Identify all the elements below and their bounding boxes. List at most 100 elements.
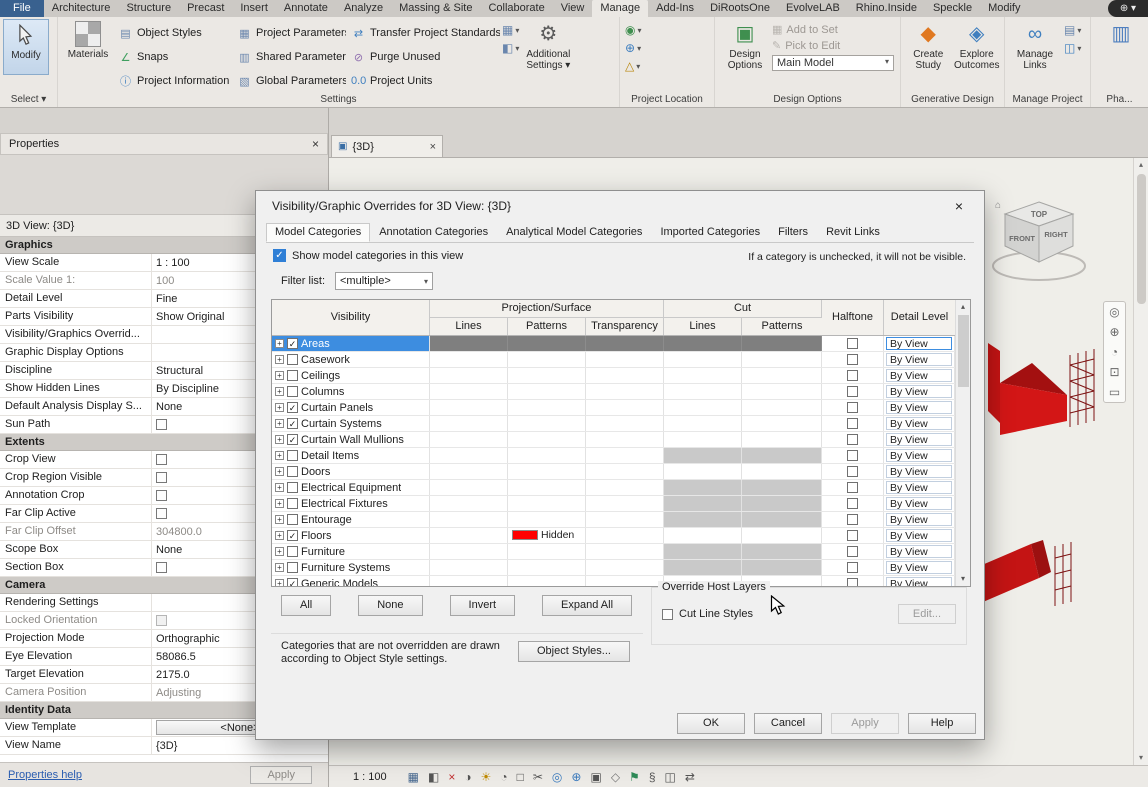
cut-lines-cell[interactable] xyxy=(664,400,742,415)
category-row-furniture[interactable]: +FurnitureBy View xyxy=(272,544,955,560)
materials-button[interactable]: Materials xyxy=(61,19,115,60)
cut-lines-cell[interactable] xyxy=(664,560,742,575)
status-icon-3[interactable]: × xyxy=(448,770,455,784)
projection-lines-cell[interactable] xyxy=(430,496,508,511)
view-tab-close-icon[interactable]: × xyxy=(430,141,436,153)
crop-view-checkbox[interactable] xyxy=(156,454,167,465)
expand-icon[interactable]: + xyxy=(275,435,284,444)
cut-line-styles-edit-button[interactable]: Edit... xyxy=(898,604,956,624)
cut-patterns-cell[interactable] xyxy=(742,560,822,575)
scroll-up-arrow[interactable]: ▴ xyxy=(961,300,965,314)
visibility-checkbox[interactable] xyxy=(287,450,298,461)
halftone-checkbox[interactable] xyxy=(847,338,858,349)
view-scale-control[interactable]: 1 : 100 xyxy=(353,771,387,783)
visibility-checkbox[interactable] xyxy=(287,546,298,557)
purge-unused-button[interactable]: ⊘Purge Unused xyxy=(348,45,500,69)
view-tab-3d[interactable]: ▣ {3D} × xyxy=(331,135,443,157)
projection-patterns-cell[interactable] xyxy=(508,368,586,383)
manage-project-button-2[interactable]: ◫▾ xyxy=(1064,41,1081,55)
locked-orientation-checkbox[interactable] xyxy=(156,615,167,626)
dialog-tab-filters[interactable]: Filters xyxy=(769,223,817,242)
far-clip-active-checkbox[interactable] xyxy=(156,508,167,519)
ribbon-tab-structure[interactable]: Structure xyxy=(118,0,179,17)
detail-level-select[interactable]: By View xyxy=(886,417,952,430)
projection-patterns-cell[interactable] xyxy=(508,544,586,559)
visibility-checkbox[interactable]: ✓ xyxy=(287,418,298,429)
cut-patterns-cell[interactable] xyxy=(742,416,822,431)
visibility-checkbox[interactable] xyxy=(287,514,298,525)
visibility-checkbox[interactable] xyxy=(287,498,298,509)
section-box-checkbox[interactable] xyxy=(156,562,167,573)
detail-level-select[interactable]: By View xyxy=(886,337,952,350)
cut-lines-cell[interactable] xyxy=(664,480,742,495)
projection-patterns-cell[interactable] xyxy=(508,432,586,447)
category-row-curtain-systems[interactable]: +✓Curtain SystemsBy View xyxy=(272,416,955,432)
manage-project-button-1[interactable]: ▤▾ xyxy=(1064,23,1081,37)
cut-patterns-cell[interactable] xyxy=(742,352,822,367)
status-icon-11[interactable]: ▣ xyxy=(590,770,601,784)
projection-lines-cell[interactable] xyxy=(430,480,508,495)
panel-label-manage-project[interactable]: Manage Project xyxy=(1005,94,1090,106)
panel-label-design-options[interactable]: Design Options xyxy=(715,94,900,106)
scroll-down-arrow[interactable]: ▾ xyxy=(961,572,965,586)
projection-lines-cell[interactable] xyxy=(430,432,508,447)
status-icon-4[interactable]: ◑ xyxy=(464,770,471,784)
visibility-checkbox[interactable] xyxy=(287,466,298,477)
projection-lines-cell[interactable] xyxy=(430,448,508,463)
visibility-cell[interactable]: +✓Curtain Wall Mullions xyxy=(272,432,430,447)
crop-region-visible-checkbox[interactable] xyxy=(156,472,167,483)
scroll-down-arrow[interactable]: ▾ xyxy=(1139,751,1143,765)
status-icon-13[interactable]: ⚑ xyxy=(629,770,640,784)
projection-patterns-cell[interactable] xyxy=(508,480,586,495)
ribbon-tab-manage[interactable]: Manage xyxy=(592,0,648,17)
visibility-checkbox[interactable]: ✓ xyxy=(287,402,298,413)
panel-label-generative-design[interactable]: Generative Design xyxy=(901,94,1004,106)
category-row-generic-models[interactable]: +✓Generic ModelsBy View xyxy=(272,576,955,587)
ribbon-tab-analyze[interactable]: Analyze xyxy=(336,0,391,17)
detail-level-select[interactable]: By View xyxy=(886,545,952,558)
transparency-cell[interactable] xyxy=(586,480,664,495)
transparency-cell[interactable] xyxy=(586,400,664,415)
column-header-cut-patterns[interactable]: Patterns xyxy=(742,318,822,335)
visibility-cell[interactable]: +Electrical Equipment xyxy=(272,480,430,495)
category-row-electrical-equipment[interactable]: +Electrical EquipmentBy View xyxy=(272,480,955,496)
select-dropdown[interactable]: Select ▾ xyxy=(0,94,57,106)
projection-patterns-cell[interactable] xyxy=(508,384,586,399)
visibility-checkbox[interactable] xyxy=(287,482,298,493)
projection-patterns-cell[interactable] xyxy=(508,512,586,527)
sun-path-checkbox[interactable] xyxy=(156,419,167,430)
status-icon-10[interactable]: ⊕ xyxy=(571,770,581,784)
projection-patterns-cell[interactable] xyxy=(508,400,586,415)
cut-patterns-cell[interactable] xyxy=(742,432,822,447)
expand-icon[interactable]: + xyxy=(275,467,284,476)
column-header-detail-level[interactable]: Detail Level xyxy=(884,300,955,335)
halftone-checkbox[interactable] xyxy=(847,514,858,525)
modify-button[interactable]: Modify xyxy=(3,19,49,75)
ribbon-tab-add-ins[interactable]: Add-Ins xyxy=(648,0,702,17)
cut-lines-cell[interactable] xyxy=(664,384,742,399)
expand-icon[interactable]: + xyxy=(275,371,284,380)
cut-patterns-cell[interactable] xyxy=(742,368,822,383)
expand-icon[interactable]: + xyxy=(275,339,284,348)
expand-icon[interactable]: + xyxy=(275,403,284,412)
column-header-patterns[interactable]: Patterns xyxy=(508,318,586,335)
projection-patterns-cell[interactable] xyxy=(508,448,586,463)
cut-lines-cell[interactable] xyxy=(664,528,742,543)
panel-label-phasing[interactable]: Pha... xyxy=(1091,94,1148,106)
transparency-cell[interactable] xyxy=(586,416,664,431)
visibility-checkbox[interactable]: ✓ xyxy=(287,530,298,541)
expand-icon[interactable]: + xyxy=(275,579,284,587)
category-row-casework[interactable]: +CaseworkBy View xyxy=(272,352,955,368)
transparency-cell[interactable] xyxy=(586,464,664,479)
transparency-cell[interactable] xyxy=(586,352,664,367)
cut-patterns-cell[interactable] xyxy=(742,464,822,479)
column-header-cut-lines[interactable]: Lines xyxy=(664,318,742,335)
global-parameters-button[interactable]: ▧Global Parameters xyxy=(234,69,346,93)
category-row-furniture-systems[interactable]: +Furniture SystemsBy View xyxy=(272,560,955,576)
nav-icon-2[interactable]: ⊕ xyxy=(1109,325,1119,339)
category-row-entourage[interactable]: +EntourageBy View xyxy=(272,512,955,528)
visibility-checkbox[interactable]: ✓ xyxy=(287,434,298,445)
halftone-checkbox[interactable] xyxy=(847,354,858,365)
category-row-columns[interactable]: +ColumnsBy View xyxy=(272,384,955,400)
transparency-cell[interactable] xyxy=(586,528,664,543)
